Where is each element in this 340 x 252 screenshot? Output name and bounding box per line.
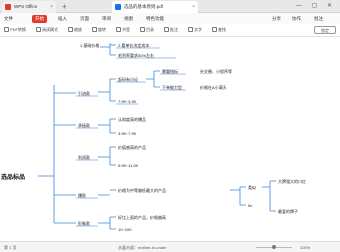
mindmap-node: 5.99~11.99 <box>118 163 138 168</box>
tool-rotate[interactable]: 旋转 <box>92 27 106 33</box>
tool-find[interactable]: 查找 <box>212 27 226 33</box>
menu-item-features[interactable]: 特色功能 <box>146 16 164 22</box>
connector-lirun <box>98 146 116 166</box>
list-icon <box>140 27 145 32</box>
menu-item-review[interactable]: 审阅 <box>102 16 111 22</box>
connector-sub <box>262 180 276 212</box>
mindmap-node: 类似 <box>248 185 256 190</box>
lock-button[interactable]: 锁定 <box>314 26 336 34</box>
tool-pdf-convert[interactable]: PDF转换 <box>4 27 26 33</box>
mindmap-node: 价格为中等偏低最大的产品 <box>118 188 166 193</box>
menu-item-insert[interactable]: 插入 <box>58 16 67 22</box>
menu-collab[interactable]: 协作 <box>292 16 301 22</box>
menu-share[interactable]: 分享 <box>272 16 281 22</box>
mindmap-node: 社交圈、小程序等 <box>200 69 232 74</box>
mindmap-node: 价格在A小满天 <box>200 85 227 90</box>
bookmark-icon <box>116 27 121 32</box>
mindmap-node: 10~100 <box>118 227 132 232</box>
mindmap-root: 选品标品 <box>1 175 26 181</box>
mindmap-node: 1.基础价格 <box>80 43 100 48</box>
mindmap-node: 5c <box>248 203 253 208</box>
book-icon <box>36 27 41 32</box>
tab-label: 选品的基本原则.pdf <box>124 4 164 9</box>
tool-annotate[interactable]: 批注 <box>164 27 178 33</box>
mindmap-node: 爆款 <box>78 193 86 198</box>
tool-text[interactable]: 文字 <box>188 27 202 33</box>
tab-label: WPS Office <box>14 4 38 9</box>
menu-item-home[interactable]: 开始 <box>32 14 47 23</box>
connector-top <box>100 43 116 56</box>
status-bar: 第 1 页 水晶头部：mother-in-under 100% <box>0 241 340 252</box>
wps-logo-icon <box>5 4 11 10</box>
tool-zoom[interactable]: 缩放 <box>68 27 82 33</box>
menu-bar: 文件 开始 插入 页面 审阅 视图 特色功能 分享 协作 批注 <box>0 13 340 24</box>
mindmap-node: 毛利率要求50%左右 <box>118 53 155 58</box>
pen-icon <box>164 27 169 32</box>
mindmap-node: 价值感高的产品 <box>118 145 146 150</box>
close-icon[interactable]: × <box>50 1 53 13</box>
menu-item-view[interactable]: 视图 <box>124 16 133 22</box>
tool-bookmark[interactable]: 书签 <box>116 27 130 33</box>
mindmap-node: 好比上面的产品，价格偏高 <box>118 215 166 220</box>
mindmap-node: 起码有讨论 <box>118 77 138 82</box>
zoom-icon <box>68 27 73 32</box>
mindmap-node: 大牌强大的口红 <box>278 179 306 184</box>
menu-item-file[interactable]: 文件 <box>4 16 13 22</box>
document-name: 水晶头部：mother-in-under <box>118 245 167 250</box>
mindmap-node: 引流款 <box>78 91 90 96</box>
mindmap-node: 需重指标 <box>162 69 178 74</box>
mindmap-node: 承接款 <box>78 123 90 128</box>
document-canvas: 选品标品 2.看单价决定成本 毛利率要求50%左右 1.基础价格 起码有讨论 需… <box>0 37 340 241</box>
connector-xingxiang <box>98 216 116 230</box>
zoom-slider[interactable] <box>256 245 292 249</box>
page-indicator: 第 1 页 <box>4 245 17 250</box>
new-tab-button[interactable]: + <box>62 0 67 13</box>
mindmap-node: 认知度高的爆品 <box>118 117 146 122</box>
tab-document[interactable]: 选品的基本原则.pdf × <box>112 1 198 13</box>
text-icon <box>188 27 193 32</box>
toolbar: PDF转换 阅读模式 缩放 旋转 书签 目录 批注 文字 查找 锁定 <box>0 24 340 37</box>
mindmap-node: 利润款 <box>78 155 90 160</box>
search-icon <box>212 27 217 32</box>
mindmap-node: 形象款 <box>78 221 90 226</box>
convert-icon <box>4 27 9 32</box>
pdf-file-icon <box>115 4 121 10</box>
connector-chengjie <box>98 118 116 134</box>
rotate-icon <box>92 27 97 32</box>
mindmap-node: 7.99~3.99 <box>118 99 136 104</box>
window-controls[interactable]: — ▢ ✕ <box>296 0 336 13</box>
mindmap-node: 最爱的牌子 <box>278 209 298 214</box>
title-bar: WPS Office × 选品的基本原则.pdf × + — ▢ ✕ <box>0 0 340 13</box>
connector-yinliu <box>98 78 116 102</box>
connector-sub <box>146 70 160 88</box>
mindmap-node: 2.看单价决定成本 <box>118 43 150 48</box>
menu-item-page[interactable]: 页面 <box>80 16 89 22</box>
close-icon[interactable]: × <box>192 1 195 13</box>
mindmap-node: 3.99~7.99 <box>118 131 136 136</box>
tool-read-mode[interactable]: 阅读模式 <box>36 27 58 33</box>
mindmap-node: 下单能力型 <box>162 85 182 90</box>
tab-wps-home[interactable]: WPS Office × <box>2 1 56 13</box>
menu-comment[interactable]: 批注 <box>314 16 323 22</box>
tool-toc[interactable]: 目录 <box>140 27 154 33</box>
zoom-level[interactable]: 100% <box>300 245 310 250</box>
